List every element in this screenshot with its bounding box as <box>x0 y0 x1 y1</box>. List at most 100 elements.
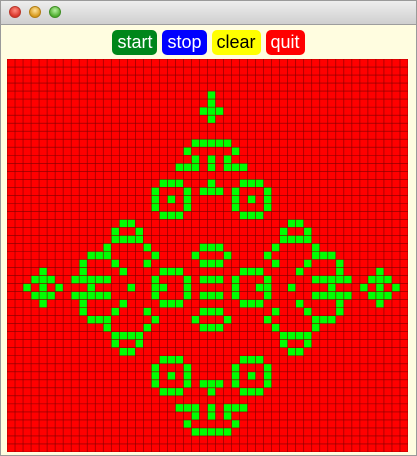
live-cell[interactable] <box>183 147 192 156</box>
live-cell[interactable] <box>199 187 208 196</box>
live-cell[interactable] <box>175 163 184 172</box>
live-cell[interactable] <box>223 139 232 148</box>
live-cell[interactable] <box>375 267 384 276</box>
live-cell[interactable] <box>151 203 160 212</box>
live-cell[interactable] <box>375 299 384 308</box>
live-cell[interactable] <box>39 267 48 276</box>
live-cell[interactable] <box>343 291 352 300</box>
live-cell[interactable] <box>319 275 328 284</box>
live-cell[interactable] <box>151 187 160 196</box>
live-cell[interactable] <box>207 307 216 316</box>
live-cell[interactable] <box>391 283 400 292</box>
live-cell[interactable] <box>167 355 176 364</box>
live-cell[interactable] <box>151 379 160 388</box>
live-cell[interactable] <box>231 283 240 292</box>
live-cell[interactable] <box>199 291 208 300</box>
live-cell[interactable] <box>223 155 232 164</box>
live-cell[interactable] <box>39 275 48 284</box>
live-cell[interactable] <box>175 299 184 308</box>
live-cell[interactable] <box>103 243 112 252</box>
live-cell[interactable] <box>207 427 216 436</box>
live-cell[interactable] <box>215 275 224 284</box>
live-cell[interactable] <box>151 275 160 284</box>
live-cell[interactable] <box>295 219 304 228</box>
live-cell[interactable] <box>119 219 128 228</box>
live-cell[interactable] <box>175 403 184 412</box>
live-cell[interactable] <box>375 291 384 300</box>
live-cell[interactable] <box>191 163 200 172</box>
live-cell[interactable] <box>303 331 312 340</box>
live-cell[interactable] <box>119 347 128 356</box>
live-cell[interactable] <box>167 179 176 188</box>
live-cell[interactable] <box>215 107 224 116</box>
live-cell[interactable] <box>319 315 328 324</box>
live-cell[interactable] <box>79 259 88 268</box>
live-cell[interactable] <box>263 203 272 212</box>
live-cell[interactable] <box>183 283 192 292</box>
live-cell[interactable] <box>207 243 216 252</box>
live-cell[interactable] <box>119 235 128 244</box>
live-cell[interactable] <box>263 187 272 196</box>
live-cell[interactable] <box>191 315 200 324</box>
live-cell[interactable] <box>31 275 40 284</box>
live-cell[interactable] <box>263 251 272 260</box>
live-cell[interactable] <box>295 347 304 356</box>
live-cell[interactable] <box>247 355 256 364</box>
live-cell[interactable] <box>159 299 168 308</box>
live-cell[interactable] <box>207 411 216 420</box>
live-cell[interactable] <box>127 331 136 340</box>
live-cell[interactable] <box>263 363 272 372</box>
live-cell[interactable] <box>263 379 272 388</box>
live-cell[interactable] <box>79 307 88 316</box>
live-cell[interactable] <box>335 267 344 276</box>
live-cell[interactable] <box>231 419 240 428</box>
live-cell[interactable] <box>159 283 168 292</box>
live-cell[interactable] <box>175 355 184 364</box>
live-cell[interactable] <box>199 427 208 436</box>
live-cell[interactable] <box>383 275 392 284</box>
live-cell[interactable] <box>327 283 336 292</box>
live-cell[interactable] <box>111 307 120 316</box>
live-cell[interactable] <box>287 219 296 228</box>
live-cell[interactable] <box>367 275 376 284</box>
live-cell[interactable] <box>311 275 320 284</box>
live-cell[interactable] <box>175 387 184 396</box>
live-cell[interactable] <box>175 179 184 188</box>
life-grid[interactable] <box>7 59 408 452</box>
live-cell[interactable] <box>159 179 168 188</box>
live-cell[interactable] <box>375 283 384 292</box>
live-cell[interactable] <box>143 243 152 252</box>
live-cell[interactable] <box>199 259 208 268</box>
live-cell[interactable] <box>143 259 152 268</box>
live-cell[interactable] <box>239 267 248 276</box>
live-cell[interactable] <box>327 251 336 260</box>
live-cell[interactable] <box>215 259 224 268</box>
live-cell[interactable] <box>95 291 104 300</box>
live-cell[interactable] <box>31 291 40 300</box>
live-cell[interactable] <box>39 299 48 308</box>
live-cell[interactable] <box>183 275 192 284</box>
live-cell[interactable] <box>239 387 248 396</box>
close-window-icon[interactable] <box>9 6 21 18</box>
live-cell[interactable] <box>271 307 280 316</box>
live-cell[interactable] <box>79 267 88 276</box>
live-cell[interactable] <box>359 283 368 292</box>
live-cell[interactable] <box>151 283 160 292</box>
live-cell[interactable] <box>255 355 264 364</box>
stop-button[interactable]: stop <box>162 30 207 55</box>
live-cell[interactable] <box>207 323 216 332</box>
live-cell[interactable] <box>231 203 240 212</box>
live-cell[interactable] <box>335 307 344 316</box>
live-cell[interactable] <box>239 403 248 412</box>
live-cell[interactable] <box>263 315 272 324</box>
live-cell[interactable] <box>207 179 216 188</box>
live-cell[interactable] <box>287 235 296 244</box>
live-cell[interactable] <box>279 227 288 236</box>
live-cell[interactable] <box>103 251 112 260</box>
live-cell[interactable] <box>207 387 216 396</box>
live-cell[interactable] <box>183 195 192 204</box>
live-cell[interactable] <box>207 99 216 108</box>
live-cell[interactable] <box>135 235 144 244</box>
live-cell[interactable] <box>303 307 312 316</box>
live-cell[interactable] <box>79 291 88 300</box>
